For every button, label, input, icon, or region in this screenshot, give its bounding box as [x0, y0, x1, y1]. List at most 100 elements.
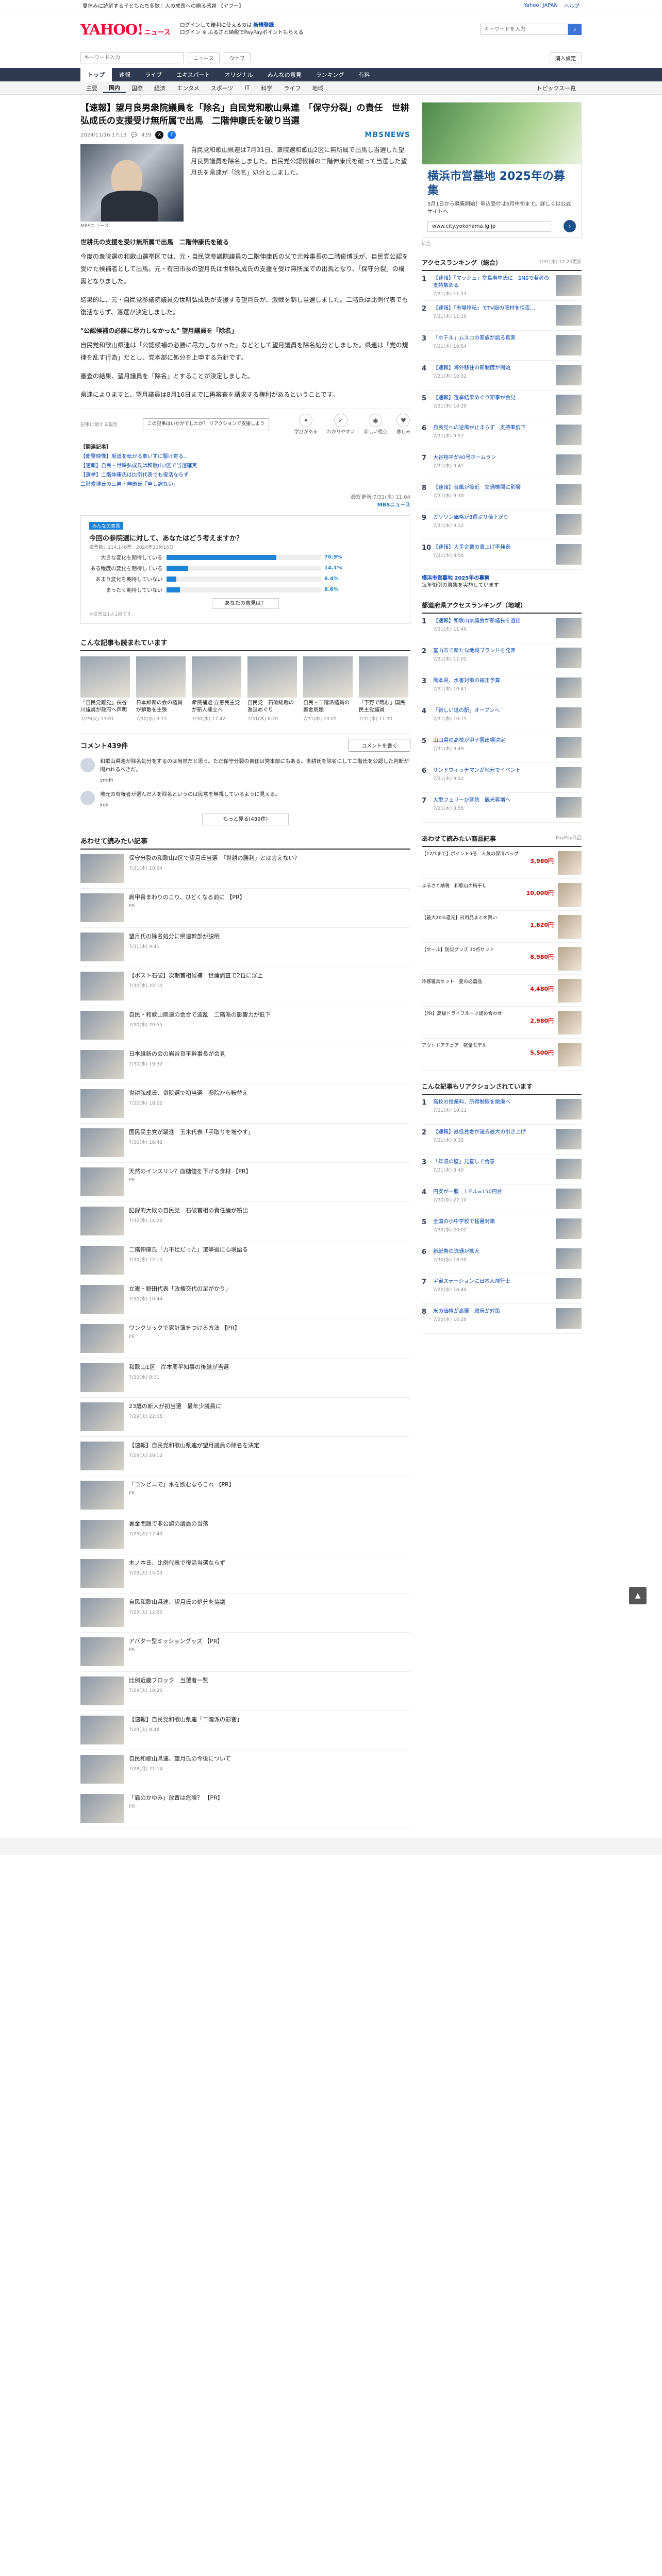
site-logo[interactable]: YAHOO! ニュース — [80, 21, 171, 38]
alsoread-item[interactable]: 日本維新の会の岩谷良平幹事長が会見 7/30(水) 19:32 — [80, 1045, 410, 1084]
arrow-right-icon[interactable]: › — [564, 220, 576, 232]
ranking-item[interactable]: 6 自民党への逆風が止まらず 支持率低下 7/31(木) 9:57 — [422, 420, 582, 450]
shop-item[interactable]: 【PR】高級ドライフルーツ詰め合わせ 2,980円 — [422, 1007, 582, 1039]
alsoread-item[interactable]: 世耕弘成氏、衆院選で初当選 参院から鞍替え 7/30(水) 18:02 — [80, 1084, 410, 1124]
avatar[interactable] — [80, 791, 95, 805]
subnav-item[interactable]: 国際 — [126, 84, 148, 92]
subnav-item[interactable]: 科学 — [255, 84, 278, 92]
poll-option[interactable]: 大きな変化を期待している 70.9% — [89, 553, 402, 561]
shop-item[interactable]: アウトドアチェア 軽量モデル 5,500円 — [422, 1039, 582, 1071]
poll-vote-button[interactable]: あなたの意見は？ — [212, 598, 279, 609]
ranking-item[interactable]: 4 円安が一服 1ドル=150円台 7/30(水) 22:10 — [422, 1184, 582, 1214]
ranking-item[interactable]: 6 サンドウィッチマンが地元でイベント 7/31(木) 9:22 — [422, 763, 582, 793]
recommend-card[interactable]: 自民・二階派議員の裏金問題 7/31(木) 10:05 — [303, 656, 353, 722]
subnav-item[interactable]: 地域 — [306, 84, 329, 92]
settings-button[interactable]: 購入設定 — [550, 52, 582, 63]
ranking-item[interactable]: 7 大谷翔平が40号ホームラン 7/31(木) 9:41 — [422, 450, 582, 480]
shop-item[interactable]: 【セール】防災グッズ 30点セット 8,980円 — [422, 943, 582, 975]
page-top-button[interactable]: ▲ — [629, 1587, 647, 1604]
ranking-item[interactable]: 3 「年収の壁」見直しで合意 7/31(木) 8:40 — [422, 1155, 582, 1184]
related-link[interactable]: 【衝撃映像】坂道を転がる車いすに駆け寄る… — [80, 452, 410, 462]
comment-author[interactable]: ymdh — [100, 776, 410, 785]
avatar[interactable] — [80, 758, 95, 772]
alsoread-item[interactable]: 自民和歌山県連、望月氏の処分を協議 7/29(火) 12:55 — [80, 1594, 410, 1633]
ranking-item[interactable]: 3 熊本県、水害対策の補正予算 7/31(木) 10:47 — [422, 673, 582, 703]
shop-item[interactable]: ふるさと納税 和歌山の梅干し 10,000円 — [422, 879, 582, 911]
yahoo-top-link[interactable]: Yahoo! JAPAN — [524, 3, 558, 8]
news-search-input[interactable] — [80, 52, 184, 63]
alsoread-item[interactable]: 和歌山1区 岸本周平知事の後継が当選 7/30(水) 8:31 — [80, 1359, 410, 1398]
ranking-item[interactable]: 1 【速報】和歌山県議会が新議長を選出 7/31(木) 11:40 — [422, 614, 582, 643]
recommend-card[interactable]: 衆院補選 立憲民主党が新人擁立へ 7/30(水) 17:42 — [192, 656, 241, 722]
reaction-button[interactable]: ✦ 学びがある — [294, 414, 318, 435]
poll-option[interactable]: あまり変化を期待していない 6.4% — [89, 575, 402, 583]
ranking-item[interactable]: 2 富山市で新たな地域ブランドを発表 7/31(木) 11:02 — [422, 643, 582, 673]
comment-count[interactable]: 439 — [141, 132, 151, 138]
recommend-card[interactable]: 「自民党離党」長谷川議員が政府へ声明 7/29(火) 13:01 — [80, 656, 130, 722]
web-search-button[interactable]: ウェブ — [223, 52, 251, 63]
alsoread-item[interactable]: 【速報】自民党和歌山県連が望月議員の除名を決定 7/29(火) 20:12 — [80, 1437, 410, 1476]
pr-block[interactable]: 横浜市営墓地 2025年の募集 毎年恒例の募集を実施しています — [422, 575, 582, 589]
ranking-item[interactable]: 4 【速報】海外移住の新制度が開始 7/31(木) 10:32 — [422, 361, 582, 391]
ranking-item[interactable]: 7 大型フェリーが就航 観光客増へ 7/31(木) 8:55 — [422, 793, 582, 823]
gnav-item[interactable]: 速報 — [112, 68, 138, 81]
ranking-item[interactable]: 1 【速報】「マッシュ」堂島寿中氏に SNSで若者の支持集める 7/31(木) 11… — [422, 271, 582, 301]
alsoread-item[interactable]: 比例近畿ブロック 当選者一覧 7/29(火) 10:20 — [80, 1672, 410, 1711]
subnav-item[interactable]: 経済 — [148, 84, 171, 92]
gnav-item[interactable]: みんなの意見 — [260, 68, 309, 81]
shop-item[interactable]: 【12/3まで】ポイント5倍 人気の保冷バッグ 3,980円 — [422, 847, 582, 879]
help-link[interactable]: ヘルプ — [564, 2, 580, 9]
gnav-item[interactable]: オリジナル — [218, 68, 260, 81]
sidebar-ad[interactable]: 横浜市営墓地 2025年の募集 5月1日から募集開始！申込受付は5月中旬まで。詳… — [422, 102, 582, 238]
report-link[interactable]: 記事に関する報告 — [80, 421, 118, 428]
gnav-item[interactable]: エキスパート — [169, 68, 218, 81]
ranking-item[interactable]: 8 米の価格が高騰 政府が対策 7/30(水) 14:20 — [422, 1304, 582, 1334]
write-comment-button[interactable]: コメントを書く — [349, 739, 410, 752]
facebook-share-icon[interactable]: f — [168, 131, 176, 139]
ranking-item[interactable]: 4 「新しい道の駅」オープンへ 7/31(木) 10:15 — [422, 703, 582, 733]
alsoread-item[interactable]: 二階伸康氏「力不足だった」選挙後に心境語る 7/30(水) 12:10 — [80, 1241, 410, 1280]
alsoread-item[interactable]: 記録的大敗の自民党 石破首相の責任論が噴出 7/30(水) 14:22 — [80, 1202, 410, 1241]
source-logo[interactable]: MBSNEWS — [365, 131, 411, 139]
subnav-item[interactable]: 主要 — [80, 84, 103, 92]
search-icon[interactable]: ⌕ — [568, 24, 582, 35]
ranking-item[interactable]: 8 【速報】台風が接近 交通機関に影響 7/31(木) 9:30 — [422, 480, 582, 510]
news-search-button[interactable]: ニュース — [188, 52, 220, 63]
alsoread-item[interactable]: 保守分裂の和歌山2区で望月氏当選 「世耕の勝利」とは言えない？ 7/31(木) 1… — [80, 850, 410, 889]
subnav-item[interactable]: スポーツ — [205, 84, 239, 92]
ranking-item[interactable]: 2 【速報】最低賃金が過去最大の引き上げ 7/31(木) 9:35 — [422, 1125, 582, 1155]
ranking-item[interactable]: 1 高校の授業料、所得制限を撤廃へ 7/31(木) 10:11 — [422, 1095, 582, 1125]
x-share-icon[interactable]: X — [155, 131, 164, 139]
alsoread-item[interactable]: 【ポスト石破】次期首相候補 世論調査で2位に浮上 7/30(水) 22:10 — [80, 967, 410, 1006]
alsoread-item[interactable]: アバター型ミッショングッズ 【PR】 PR — [80, 1633, 410, 1672]
poll-option[interactable]: まったく期待していない 8.6% — [89, 586, 402, 594]
alsoread-item[interactable]: 天然のインスリン？血糖値を下げる食材 【PR】 PR — [80, 1163, 410, 1202]
recommend-card[interactable]: 自民党 石破総裁の進退めぐり 7/31(木) 8:20 — [247, 656, 297, 722]
ranking-item[interactable]: 2 【速報】「市場移転」でTV局の取材を拒否… 7/31(木) 11:10 — [422, 301, 582, 331]
header-search-input[interactable] — [481, 24, 568, 35]
comment-author[interactable]: kgk — [100, 801, 280, 809]
alsoread-item[interactable]: 木ノ本氏、比例代表で復活当選ならず 7/29(火) 15:03 — [80, 1554, 410, 1594]
gnav-item[interactable]: 有料 — [351, 68, 377, 81]
poll-option[interactable]: ある程度の変化を期待している 14.1% — [89, 564, 402, 572]
alsoread-item[interactable]: 肩甲骨まわりのこり、ひどくなる前に 【PR】 PR — [80, 889, 410, 928]
more-comments-button[interactable]: もっと見る(439件) — [202, 814, 289, 825]
ranking-item[interactable]: 10 【速報】大手企業の賃上げ率発表 7/31(木) 8:58 — [422, 540, 582, 570]
subnav-item[interactable]: エンタメ — [171, 84, 205, 92]
signup-link[interactable]: 新規登録 — [253, 23, 274, 28]
ranking-item[interactable]: 7 宇宙ステーションに日本人飛行士 7/30(水) 16:44 — [422, 1274, 582, 1304]
ranking-item[interactable]: 5 全国の小中学校で猛暑対策 7/30(水) 20:02 — [422, 1214, 582, 1244]
subnav-item[interactable]: 国内 — [103, 83, 126, 93]
topics-list-link[interactable]: トピックス一覧 — [531, 84, 582, 92]
alsoread-item[interactable]: 自民・和歌山県連の会合で波乱 二階派の影響力が低下 7/30(水) 20:55 — [80, 1006, 410, 1045]
reaction-button[interactable]: ◉ 新しい視点 — [364, 414, 387, 435]
alsoread-item[interactable]: 国民民主党が躍進 玉木代表「手取りを増やす」 7/30(水) 16:48 — [80, 1124, 410, 1163]
recommend-card[interactable]: 日本維新の会の議員が解散を主張 7/30(水) 9:15 — [136, 656, 186, 722]
article-photo[interactable]: MBSニュース — [80, 144, 184, 229]
alsoread-item[interactable]: 立憲・野田代表「政権交代の足がかり」 7/30(水) 10:44 — [80, 1280, 410, 1319]
ad-url[interactable]: www.city.yokohama.lg.jp — [427, 221, 551, 232]
recommend-card[interactable]: 「下野で臨む」国民民主党議員 7/31(木) 11:30 — [359, 656, 408, 722]
related-link[interactable]: 【速報】自民・世耕弘成氏は和歌山2区で当選確実 — [80, 462, 410, 471]
reaction-button[interactable]: ✓ わかりやすい — [327, 414, 355, 435]
alsoread-item[interactable]: 望月氏の除名処分に県連幹部が説明 7/31(木) 9:41 — [80, 928, 410, 967]
